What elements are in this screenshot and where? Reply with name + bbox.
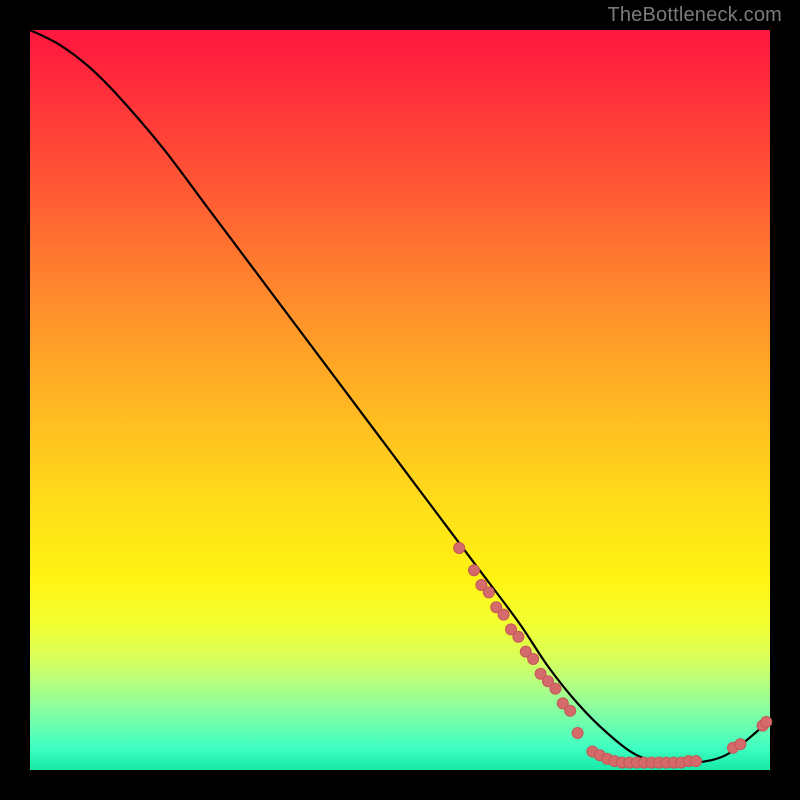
plot-area bbox=[30, 30, 770, 770]
data-marker bbox=[572, 728, 583, 739]
chart-svg bbox=[30, 30, 770, 770]
data-marker bbox=[454, 543, 465, 554]
data-marker bbox=[469, 565, 480, 576]
data-marker bbox=[498, 609, 509, 620]
data-markers bbox=[454, 543, 772, 769]
watermark-text: TheBottleneck.com bbox=[607, 4, 782, 27]
bottleneck-curve bbox=[30, 30, 770, 764]
data-marker bbox=[513, 631, 524, 642]
data-marker bbox=[483, 587, 494, 598]
data-marker bbox=[761, 716, 772, 727]
data-marker bbox=[565, 705, 576, 716]
data-marker bbox=[691, 756, 702, 767]
data-marker bbox=[550, 683, 561, 694]
chart-frame: TheBottleneck.com bbox=[0, 0, 800, 800]
data-marker bbox=[735, 739, 746, 750]
data-marker bbox=[528, 654, 539, 665]
